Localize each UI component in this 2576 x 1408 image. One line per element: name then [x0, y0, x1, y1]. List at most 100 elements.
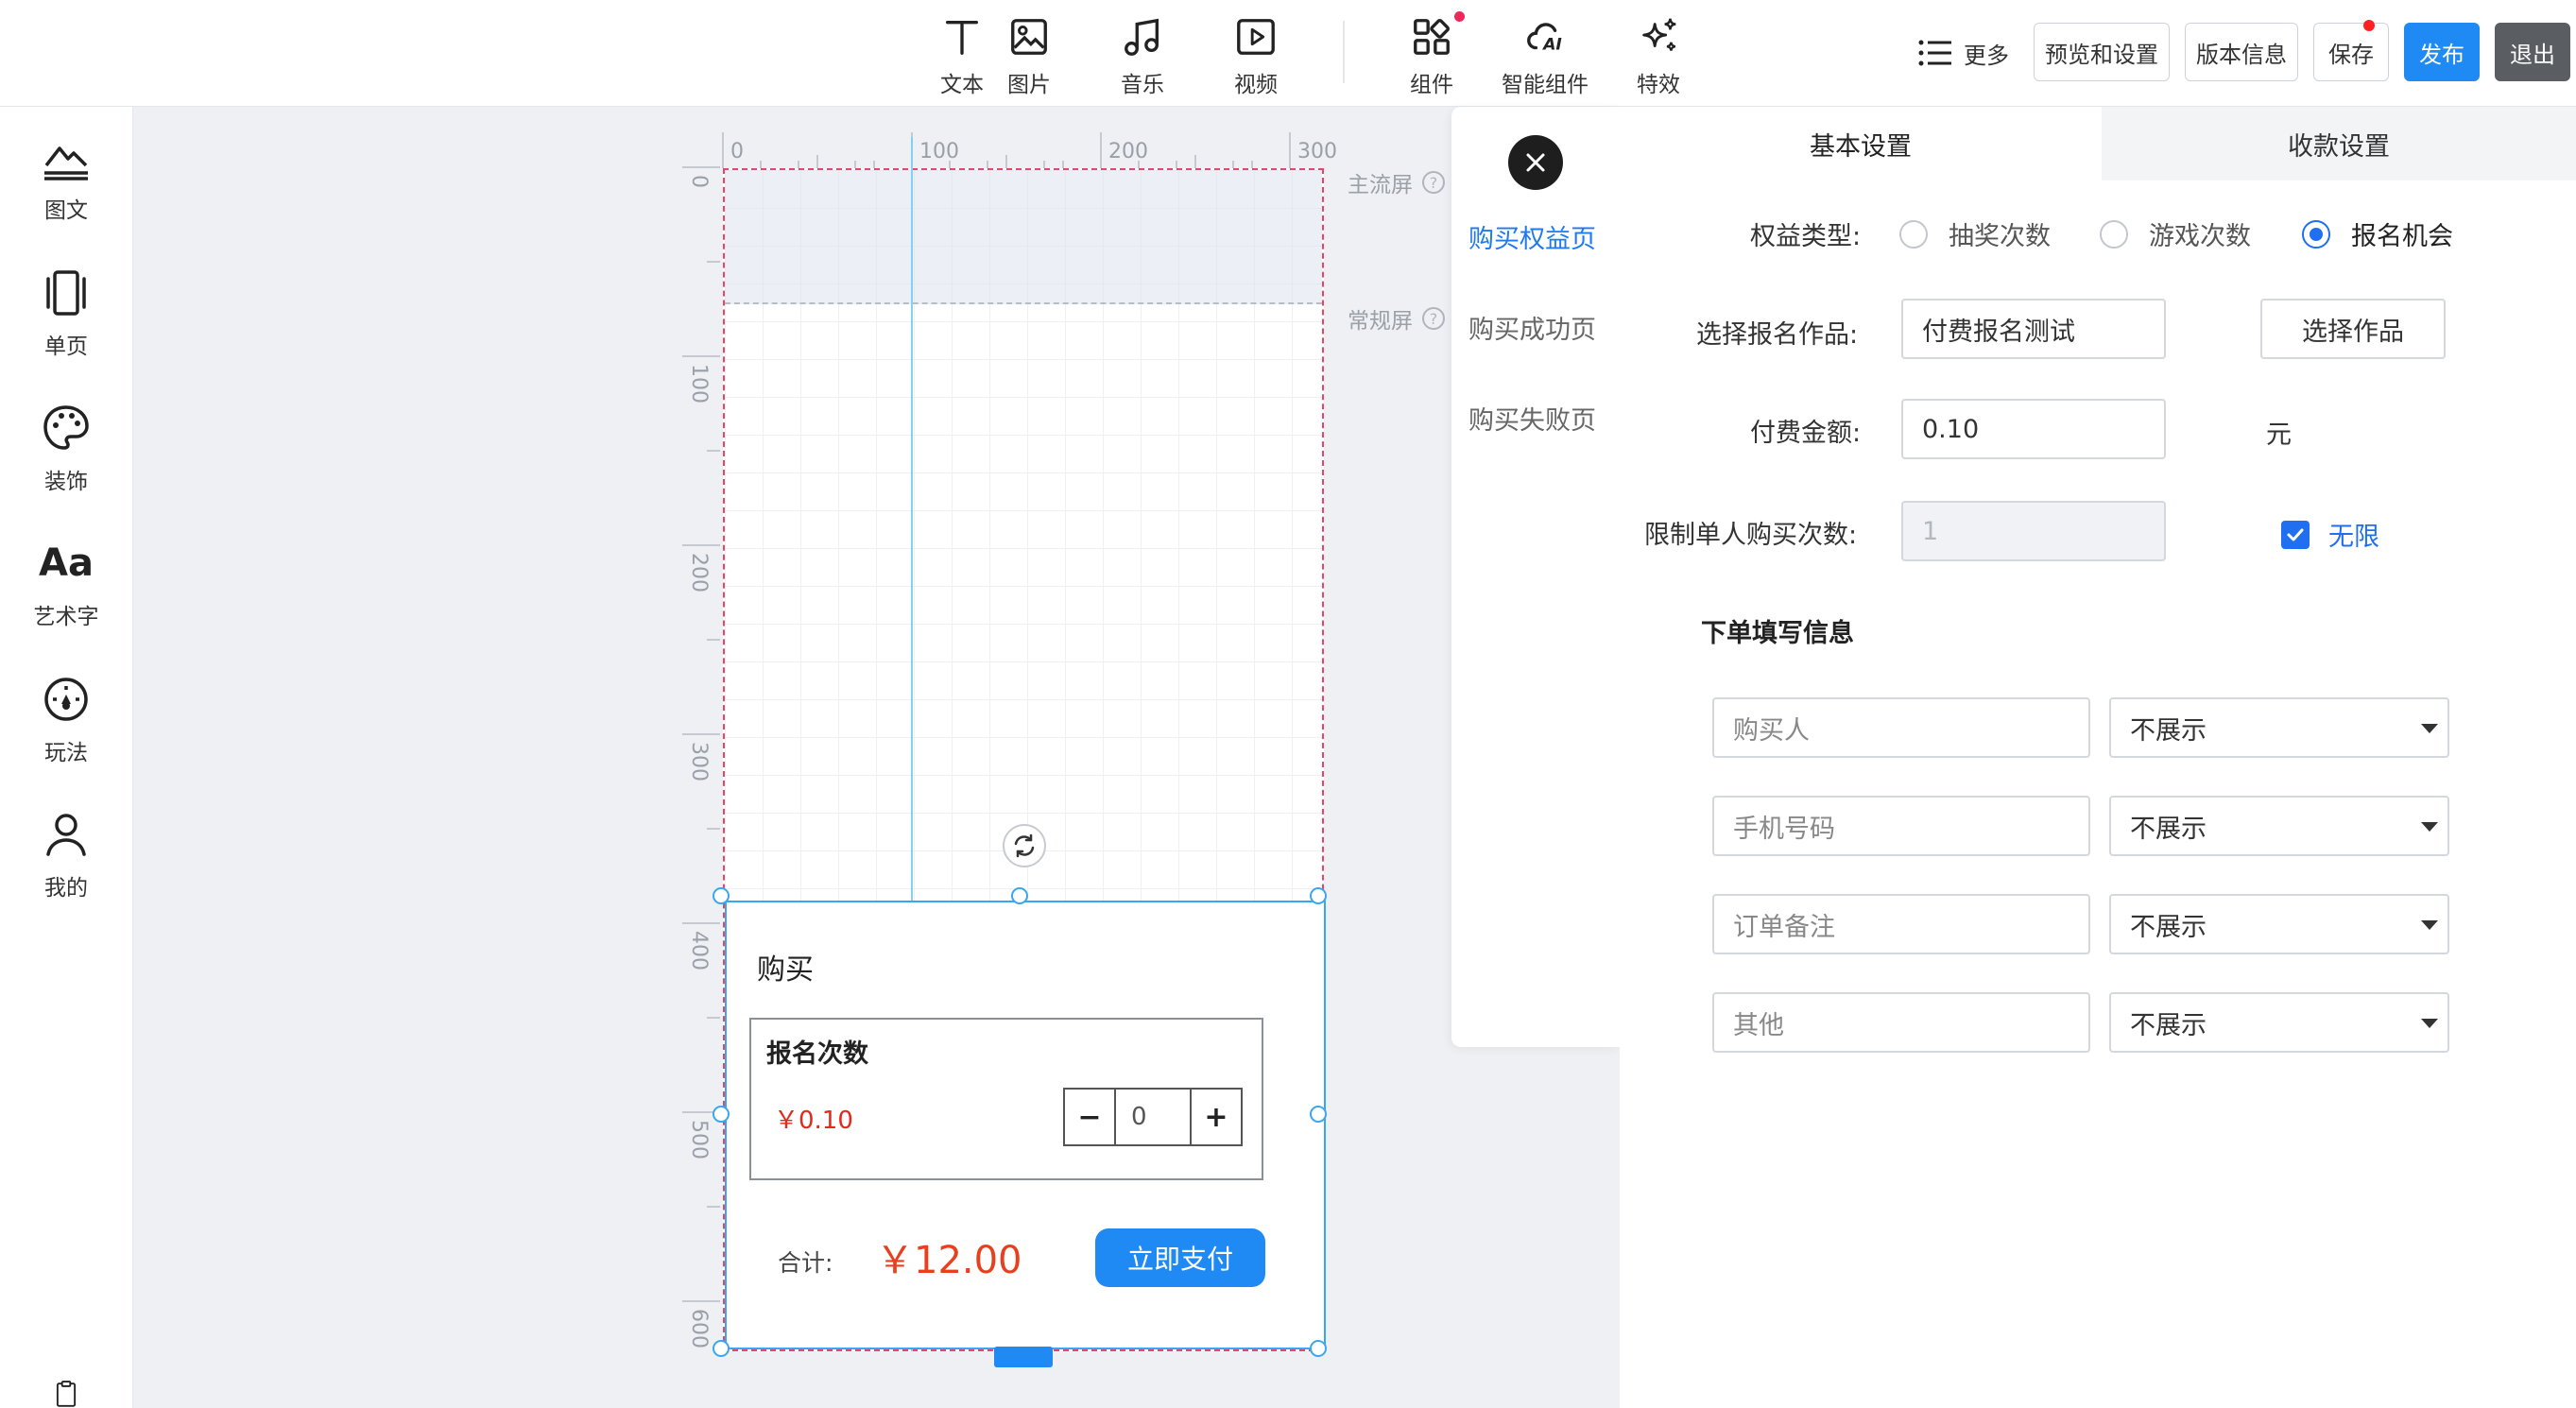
caret-down-icon [2421, 1019, 2438, 1028]
unlimited-label: 无限 [2328, 523, 2379, 552]
radio-game-count[interactable]: 游戏次数 [2100, 215, 2251, 252]
order-display-select[interactable]: 不展示 [2109, 894, 2449, 954]
more-label: 更多 [1964, 42, 2009, 69]
close-icon [1526, 153, 1545, 172]
total-label: 合计: [778, 1249, 833, 1277]
ruler-h-label: 100 [919, 140, 959, 163]
resize-handle-se[interactable] [1310, 1340, 1327, 1357]
save-button[interactable]: 保存 [2313, 20, 2389, 81]
stepper-value[interactable]: 0 [1114, 1090, 1192, 1144]
exit-button[interactable]: 退出 [2495, 23, 2570, 81]
sidebar-item-single-page[interactable]: 单页 [0, 267, 132, 381]
toolbar-video-label: 视频 [1234, 73, 1278, 97]
pay-now-button[interactable]: 立即支付 [1095, 1228, 1265, 1287]
ruler-v-label: 500 [687, 1120, 711, 1159]
ruler-v-label: 300 [687, 742, 711, 781]
toolbar-effects[interactable]: 特效 [1606, 11, 1710, 98]
sidebar-item-image-text[interactable]: 图文 [0, 131, 132, 245]
ruler-v-label: 0 [687, 175, 711, 188]
choose-work-button[interactable]: 选择作品 [2260, 299, 2446, 359]
toolbar-image[interactable]: 图片 [977, 11, 1081, 98]
sidebar-item-gameplay[interactable]: 玩法 [0, 674, 132, 787]
order-field-buyer[interactable]: 购买人 [1712, 697, 2090, 758]
video-icon [1237, 19, 1275, 55]
more-menu[interactable]: 更多 [1918, 34, 2009, 72]
components-badge-dot [1454, 11, 1465, 22]
toolbar-effects-label: 特效 [1637, 73, 1680, 97]
main-screen-label: 主流屏 ? [1348, 166, 1445, 198]
gameplay-icon [44, 678, 88, 721]
radio-circle-selected [2302, 219, 2330, 249]
tab-payment-settings[interactable]: 收款设置 [2102, 107, 2576, 180]
sidebar-item-clipboard[interactable] [0, 1381, 132, 1408]
sku-name: 报名次数 [766, 1039, 868, 1069]
components-icon [1414, 19, 1450, 55]
ai-cloud-icon: AI [1527, 23, 1562, 54]
amount-unit: 元 [2266, 421, 2292, 450]
sidebar-item-label: 装饰 [44, 470, 88, 494]
ruler-h-label: 0 [730, 140, 744, 163]
sidebar-item-decoration[interactable]: 装饰 [0, 403, 132, 516]
order-display-select[interactable]: 不展示 [2109, 697, 2449, 758]
select-work-label: 选择报名作品: [1696, 320, 1859, 350]
sku-price: ￥0.10 [774, 1107, 853, 1135]
toolbar-video[interactable]: 视频 [1204, 11, 1308, 98]
art-text-icon: Aa [39, 541, 94, 585]
resize-handle-w[interactable] [713, 1106, 730, 1123]
rotate-handle[interactable] [1003, 824, 1046, 867]
publish-button[interactable]: 发布 [2404, 23, 2480, 81]
page-item-buy-benefit[interactable]: 购买权益页 [1468, 218, 1596, 255]
radio-label: 抽奖次数 [1949, 222, 2051, 251]
ruler-v-label: 600 [687, 1309, 711, 1348]
page-item-buy-success[interactable]: 购买成功页 [1468, 309, 1596, 346]
amount-input[interactable]: 0.10 [1901, 399, 2166, 459]
save-label: 保存 [2328, 41, 2374, 68]
rotate-icon [1014, 833, 1035, 858]
unlimited-checkbox[interactable]: 无限 [2262, 516, 2379, 553]
radio-signup-chance[interactable]: 报名机会 [2302, 215, 2453, 252]
order-field-other[interactable]: 其他 [1712, 992, 2090, 1053]
version-info-button[interactable]: 版本信息 [2185, 23, 2298, 81]
toolbar-components[interactable]: 组件 [1380, 11, 1484, 98]
sparkle-icon [1642, 18, 1676, 51]
resize-handle-e[interactable] [1310, 1106, 1327, 1123]
order-info-title: 下单填写信息 [1701, 619, 1854, 648]
sku-card: 报名次数 ￥0.10 − 0 + [749, 1018, 1263, 1180]
help-icon[interactable]: ? [1422, 171, 1445, 194]
selected-work-field[interactable]: 付费报名测试 [1901, 299, 2166, 359]
image-text-icon [44, 146, 88, 180]
page-item-buy-failure[interactable]: 购买失败页 [1468, 400, 1596, 437]
order-field-remark[interactable]: 订单备注 [1712, 894, 2090, 954]
component-bottom-tab[interactable] [994, 1347, 1053, 1367]
help-icon[interactable]: ? [1422, 307, 1445, 330]
purchase-limit-input[interactable]: 1 [1901, 501, 2166, 561]
select-value: 不展示 [2130, 1010, 2207, 1040]
radio-circle [1899, 219, 1928, 249]
toolbar-music[interactable]: 音乐 [1091, 11, 1194, 98]
preview-settings-button[interactable]: 预览和设置 [2034, 23, 2170, 81]
sidebar-item-mine[interactable]: 我的 [0, 809, 132, 922]
radio-label: 报名机会 [2351, 222, 2453, 251]
close-button[interactable] [1508, 135, 1563, 190]
first-screen-area [725, 170, 1322, 304]
stepper-plus-button[interactable]: + [1192, 1090, 1241, 1144]
toolbar-ai-components[interactable]: AI 智能组件 [1493, 11, 1597, 98]
radio-label: 游戏次数 [2149, 222, 2251, 251]
sidebar-item-label: 我的 [44, 876, 88, 901]
select-value: 不展示 [2130, 912, 2207, 942]
order-display-select[interactable]: 不展示 [2109, 796, 2449, 856]
resize-handle-n[interactable] [1011, 887, 1028, 904]
order-display-select[interactable]: 不展示 [2109, 992, 2449, 1053]
tab-basic-settings[interactable]: 基本设置 [1620, 107, 2102, 180]
toolbar-components-label: 组件 [1410, 73, 1453, 97]
resize-handle-ne[interactable] [1310, 887, 1327, 904]
main-screen-text: 主流屏 [1348, 173, 1413, 197]
resize-handle-sw[interactable] [713, 1340, 730, 1357]
buy-component[interactable]: 购买 报名次数 ￥0.10 − 0 + 合计: ￥12.00 立即支付 [725, 901, 1326, 1349]
radio-lottery-count[interactable]: 抽奖次数 [1899, 215, 2051, 252]
order-field-phone[interactable]: 手机号码 [1712, 796, 2090, 856]
stepper-minus-button[interactable]: − [1065, 1090, 1114, 1144]
vertical-ruler: 0 100 200 300 400 500 600 [682, 165, 720, 1356]
resize-handle-nw[interactable] [713, 887, 730, 904]
sidebar-item-art-text[interactable]: Aa 艺术字 [0, 538, 132, 651]
